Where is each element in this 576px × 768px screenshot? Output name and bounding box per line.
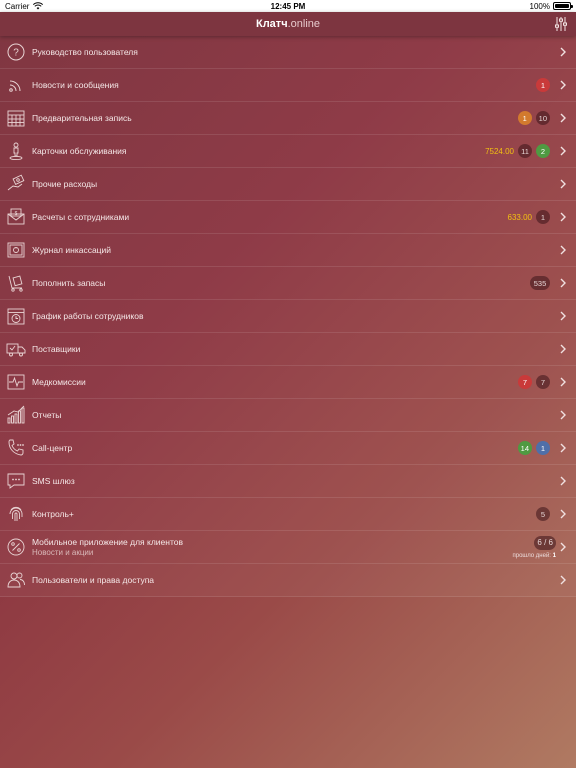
chevron-right-icon — [560, 245, 566, 255]
menu-item-label: Пополнить запасы — [32, 278, 106, 288]
menu-item-restock[interactable]: Пополнить запасы 535 — [0, 267, 576, 300]
menu-item-title: Мобильное приложение для клиентов — [32, 537, 183, 547]
menu-item-subtitle: Новости и акции — [32, 548, 94, 557]
amount-value: 633.00 — [507, 212, 532, 222]
chevron-right-icon — [560, 410, 566, 420]
chat-bubble-icon — [7, 473, 25, 489]
chevron-right-icon — [560, 212, 566, 222]
menu-item-label: Руководство пользователя — [32, 47, 138, 57]
menu-item-label: SMS шлюз — [32, 476, 75, 486]
status-bar: Carrier 12:45 PM 100% — [0, 0, 576, 12]
bar-chart-icon — [7, 405, 25, 424]
person-map-pin-icon — [9, 142, 23, 161]
queue-badge: 1 — [536, 441, 550, 455]
answered-badge: 14 — [517, 441, 532, 455]
chevron-right-icon — [560, 344, 566, 354]
count-badge: 10 — [535, 111, 550, 125]
chevron-right-icon — [560, 278, 566, 288]
count-badge: 535 — [530, 276, 550, 290]
amount-value: 7524.00 — [485, 146, 514, 156]
percent-circle-icon — [7, 538, 25, 556]
menu-item-label: Отчеты — [32, 410, 62, 420]
menu-item-label: График работы сотрудников — [32, 311, 144, 321]
days-elapsed: прошло дней: 1 — [513, 553, 557, 559]
heartbeat-icon — [7, 374, 25, 390]
svg-text:$: $ — [15, 211, 18, 217]
chevron-right-icon — [560, 443, 566, 453]
app-title-brand: Клатч — [255, 18, 288, 30]
calendar-icon — [7, 110, 25, 127]
menu-item-work-schedule[interactable]: График работы сотрудников — [0, 300, 576, 333]
chevron-right-icon — [560, 47, 566, 57]
delivery-truck-icon — [6, 343, 26, 357]
menu-item-appointments[interactable]: Предварительная запись 1 10 — [0, 102, 576, 135]
help-circle-icon: ? — [7, 43, 25, 61]
active-badge: 2 — [536, 144, 550, 158]
count-badge: 7 — [536, 375, 550, 389]
chevron-right-icon — [560, 377, 566, 387]
fingerprint-icon — [9, 506, 23, 521]
menu-item-reports[interactable]: Отчеты — [0, 399, 576, 432]
app-title-domain: .online — [287, 18, 320, 30]
menu-item-label: Контроль+ — [32, 509, 74, 519]
main-menu: ? Руководство пользователя Новости и соо… — [0, 36, 576, 597]
menu-item-label: Медкомиссии — [32, 377, 86, 387]
app-title: Клатч.online — [256, 18, 320, 30]
menu-item-call-center[interactable]: Call-центр 14 1 — [0, 432, 576, 465]
battery-icon — [553, 2, 573, 10]
menu-item-label: Call-центр — [32, 443, 73, 453]
menu-item-service-cards[interactable]: Карточки обслуживания 7524.00 11 2 — [0, 135, 576, 168]
menu-item-control-plus[interactable]: Контроль+ 5 — [0, 498, 576, 531]
unread-badge: 1 — [536, 78, 550, 92]
menu-item-other-expenses[interactable]: Прочие расходы — [0, 168, 576, 201]
menu-item-medical[interactable]: Медкомиссии 7 7 — [0, 366, 576, 399]
pending-badge: 1 — [517, 111, 532, 125]
chevron-right-icon — [560, 311, 566, 321]
chevron-right-icon — [560, 146, 566, 156]
count-badge: 1 — [536, 210, 550, 224]
chevron-right-icon — [560, 80, 566, 90]
cart-box-icon — [8, 275, 23, 292]
count-badge: 5 — [536, 507, 550, 521]
menu-item-label: Прочие расходы — [32, 179, 98, 189]
safe-icon — [7, 242, 25, 258]
chevron-right-icon — [560, 575, 566, 585]
phone-dots-icon — [8, 439, 24, 456]
users-icon — [7, 572, 25, 588]
menu-item-sms-gateway[interactable]: SMS шлюз — [0, 465, 576, 498]
money-envelope-icon: $ — [7, 208, 25, 225]
menu-item-label: Мобильное приложение для клиентов Новост… — [32, 537, 513, 557]
chevron-right-icon — [560, 113, 566, 123]
published-count-badge: 6 / 6 — [534, 535, 556, 550]
money-hand-icon — [7, 174, 25, 191]
menu-item-label: Журнал инкассаций — [32, 245, 112, 255]
nav-bar: Клатч.online — [0, 12, 576, 36]
menu-item-label: Пользователи и права доступа — [32, 575, 155, 585]
chevron-right-icon — [560, 509, 566, 519]
days-elapsed-label: прошло дней: — [512, 552, 551, 559]
settings-sliders-icon[interactable] — [554, 16, 568, 32]
menu-item-employee-payments[interactable]: $ Расчеты с сотрудниками 633.00 1 — [0, 201, 576, 234]
count-badge: 11 — [518, 144, 532, 158]
menu-item-mobile-app[interactable]: Мобильное приложение для клиентов Новост… — [0, 531, 576, 564]
menu-item-user-guide[interactable]: ? Руководство пользователя — [0, 36, 576, 69]
menu-item-users-access[interactable]: Пользователи и права доступа — [0, 564, 576, 597]
chevron-right-icon — [560, 542, 566, 552]
clock: 12:45 PM — [270, 1, 306, 11]
menu-item-label: Новости и сообщения — [32, 80, 119, 90]
chevron-right-icon — [560, 179, 566, 189]
svg-text:?: ? — [13, 48, 19, 59]
rss-icon — [9, 80, 21, 92]
menu-item-label: Предварительная запись — [32, 113, 132, 123]
menu-item-label: Расчеты с сотрудниками — [32, 212, 130, 222]
menu-item-label: Поставщики — [32, 344, 81, 354]
menu-item-collections-log[interactable]: Журнал инкассаций — [0, 234, 576, 267]
menu-item-label: Карточки обслуживания — [32, 146, 127, 156]
calendar-clock-icon — [7, 308, 25, 325]
menu-item-suppliers[interactable]: Поставщики — [0, 333, 576, 366]
menu-item-news[interactable]: Новости и сообщения 1 — [0, 69, 576, 102]
overdue-badge: 7 — [518, 375, 532, 389]
chevron-right-icon — [560, 476, 566, 486]
